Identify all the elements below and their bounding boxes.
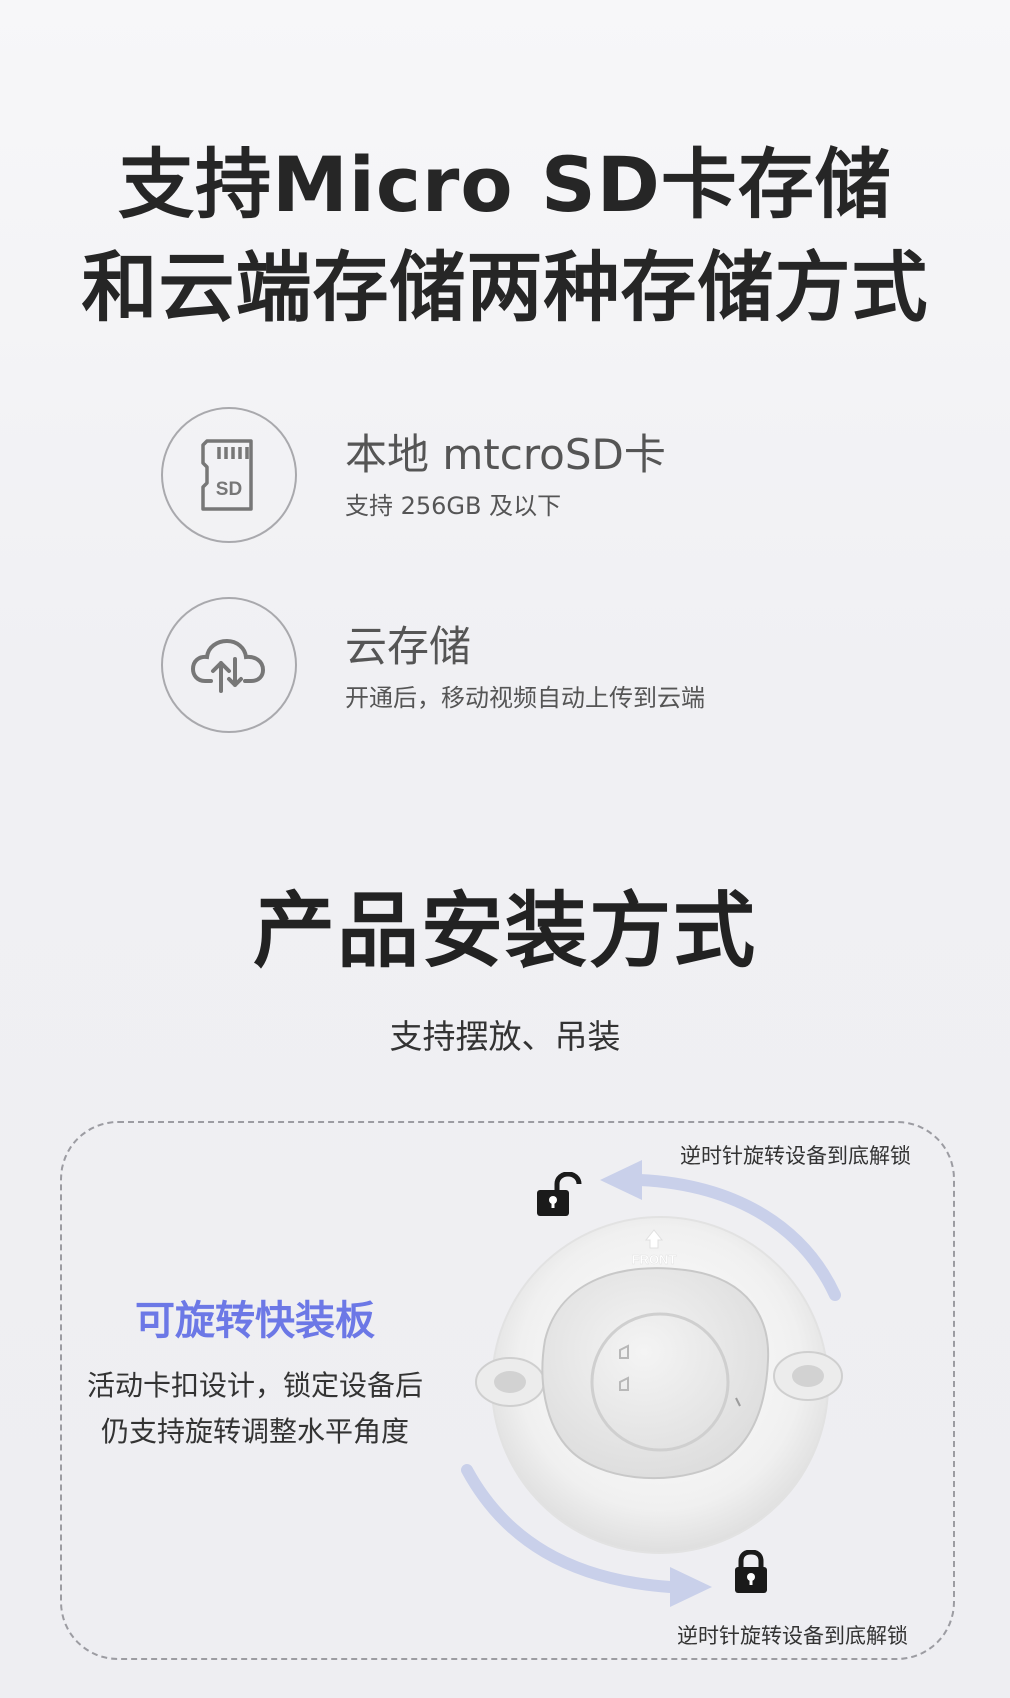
sd-feature-title: 本地 mtcroSD卡 <box>345 430 666 479</box>
plate-title: 可旋转快装板 <box>135 1298 375 1344</box>
install-title: 产品安装方式 <box>252 884 757 979</box>
cloud-feature-title: 云存储 <box>345 622 472 671</box>
sd-card-icon: SD <box>161 407 297 543</box>
rotate-note-bottom: 逆时针旋转设备到底解锁 <box>677 1624 908 1648</box>
plate-desc-line1: 活动卡扣设计，锁定设备后 <box>86 1369 423 1402</box>
sd-feature-subtitle: 支持 256GB 及以下 <box>345 492 562 520</box>
storage-title-line1: 支持Micro SD卡存储 <box>118 140 892 229</box>
svg-text:SD: SD <box>216 479 242 500</box>
plate-desc-line2: 仍支持旋转调整水平角度 <box>100 1415 409 1448</box>
mount-front-label: FRONT <box>632 1252 677 1267</box>
cloud-feature-subtitle: 开通后，移动视频自动上传到云端 <box>345 684 705 712</box>
install-subtitle: 支持摆放、吊装 <box>389 1017 621 1056</box>
mount-plate-illustration: FRONT <box>461 1160 843 1607</box>
cloud-upload-icon <box>161 597 297 733</box>
storage-title-line2: 和云端存储两种存储方式 <box>81 243 929 332</box>
